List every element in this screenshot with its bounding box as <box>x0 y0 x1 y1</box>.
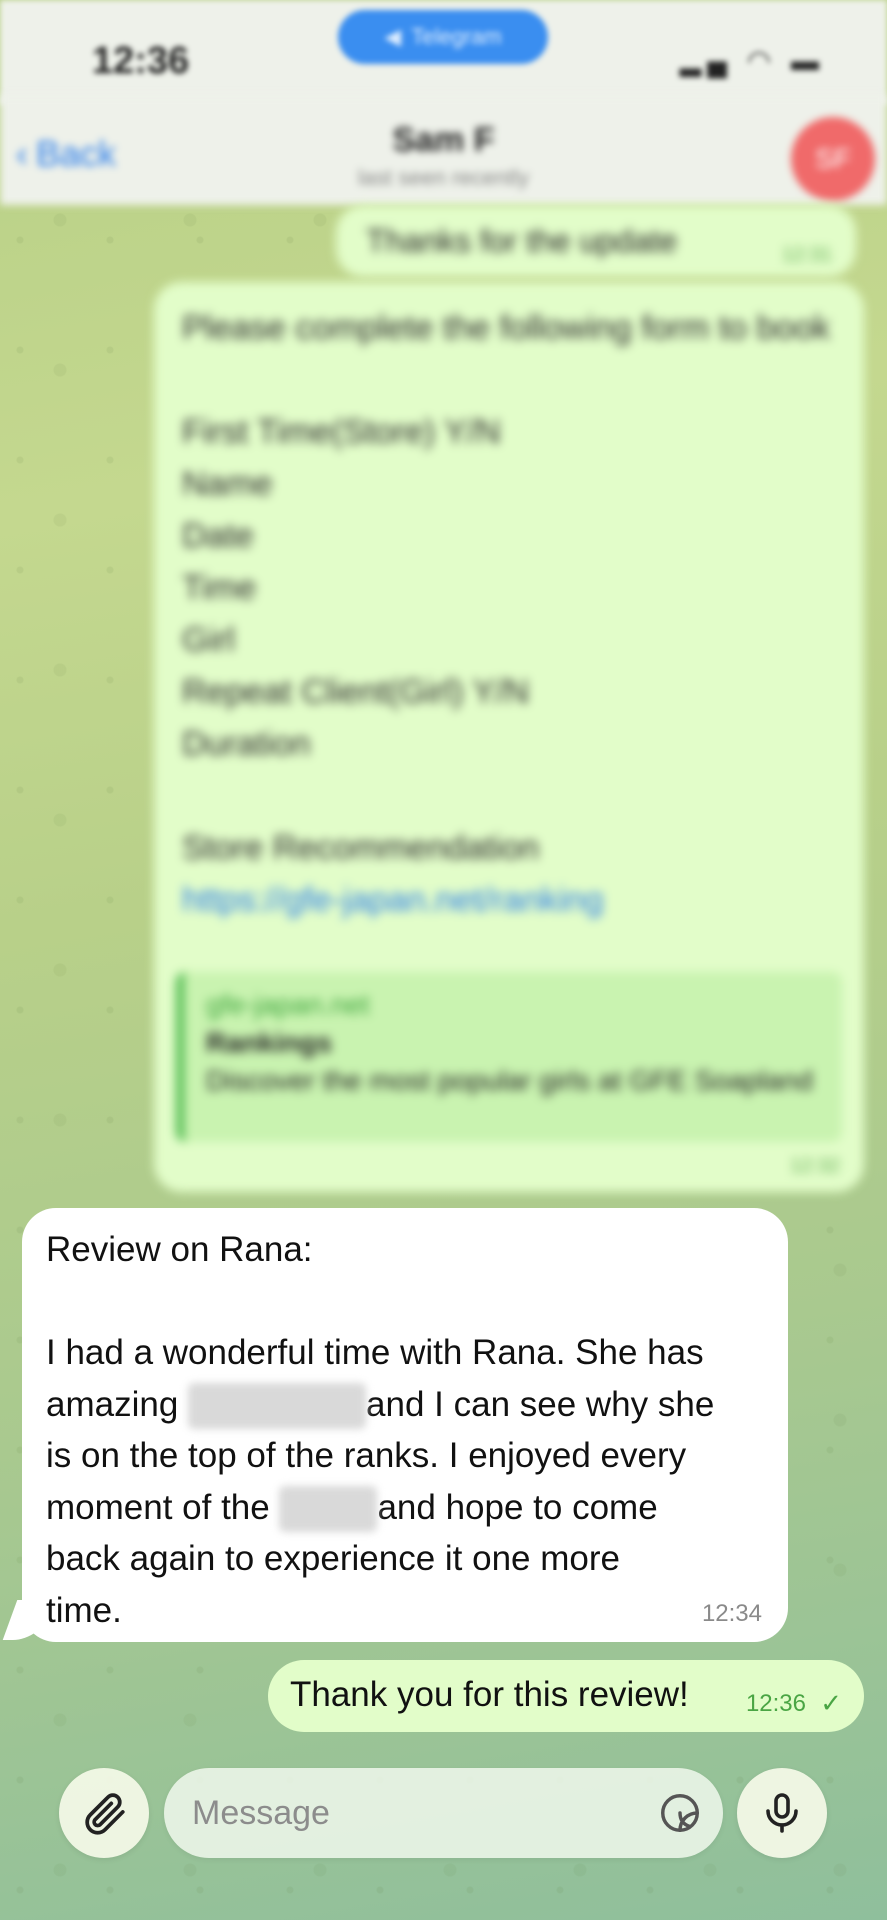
check-icon: ✓ <box>820 1688 842 1718</box>
message-time: 12:31 <box>781 244 832 266</box>
link-preview-description: Discover the most popular girls at GFE S… <box>206 1065 813 1096</box>
message-field[interactable] <box>164 1768 723 1858</box>
redacted-text <box>279 1486 378 1533</box>
message-text: Review on Rana: I had a wonderful time w… <box>46 1224 786 1636</box>
message-outgoing[interactable]: Please complete the following form to bo… <box>154 282 864 1192</box>
signal-icon: ▂▄ <box>679 45 733 76</box>
back-arrow-icon: ◀ <box>384 24 402 49</box>
status-pill-label: Telegram <box>411 24 502 49</box>
chat-title[interactable]: Sam F <box>0 121 887 160</box>
status-pill[interactable]: ◀ Telegram <box>338 10 548 64</box>
status-icons: ▂▄ ◠ ▬ <box>680 44 825 77</box>
message-text: Thanks for the update <box>366 223 678 259</box>
form-text: Please complete the following form to bo… <box>182 309 831 867</box>
review-line: I had a wonderful time with Rana. She ha… <box>46 1333 704 1372</box>
status-time: 12:36 <box>92 40 190 82</box>
chat-header: ‹ Back Sam F last seen recently SF <box>0 95 887 205</box>
composer-bar <box>0 1750 887 1920</box>
review-fragment: amazing <box>46 1384 179 1424</box>
review-line: moment of the and hope to come <box>46 1482 786 1534</box>
review-line: time. <box>46 1590 122 1630</box>
paperclip-icon <box>85 1793 125 1835</box>
chat-subtitle: last seen recently <box>357 165 530 190</box>
message-input[interactable] <box>192 1788 612 1838</box>
microphone-button[interactable] <box>737 1768 827 1858</box>
battery-icon: ▬ <box>791 45 825 76</box>
link-preview-site: gfe-japan.net <box>206 989 370 1020</box>
message-time: 12:32 <box>789 1155 840 1177</box>
message-link[interactable]: https://gfe-japan.net/ranking <box>182 881 604 919</box>
avatar[interactable]: SF <box>791 117 875 201</box>
review-fragment: moment of the <box>46 1487 270 1527</box>
review-fragment: and hope to come <box>377 1487 658 1527</box>
attach-button[interactable] <box>59 1768 149 1858</box>
wifi-icon: ◠ <box>746 45 778 76</box>
message-outgoing[interactable]: Thanks for the update 12:31 <box>336 205 856 277</box>
review-heading: Review on Rana: <box>46 1230 313 1269</box>
link-preview[interactable]: gfe-japan.net Rankings Discover the most… <box>176 972 842 1142</box>
message-text: Thank you for this review! <box>290 1675 689 1714</box>
sticker-icon[interactable] <box>657 1790 703 1836</box>
microphone-icon <box>766 1793 798 1833</box>
review-line: is on the top of the ranks. I enjoyed ev… <box>46 1436 687 1475</box>
message-time: 12:36 <box>745 1690 806 1717</box>
review-line: amazing and I can see why she <box>46 1379 786 1431</box>
redacted-text <box>188 1383 367 1430</box>
message-incoming[interactable]: Review on Rana: I had a wonderful time w… <box>22 1208 788 1642</box>
status-bar: 12:36 ◀ Telegram ▂▄ ◠ ▬ <box>0 0 887 105</box>
message-outgoing[interactable]: Thank you for this review! 12:36 ✓ <box>268 1660 864 1732</box>
message-time: 12:34 <box>701 1600 762 1627</box>
review-fragment: and I can see why she <box>366 1384 715 1424</box>
message-text: Please complete the following form to bo… <box>182 302 836 926</box>
link-preview-title: Rankings <box>206 1027 333 1058</box>
review-line: back again to experience it one more <box>46 1539 620 1578</box>
